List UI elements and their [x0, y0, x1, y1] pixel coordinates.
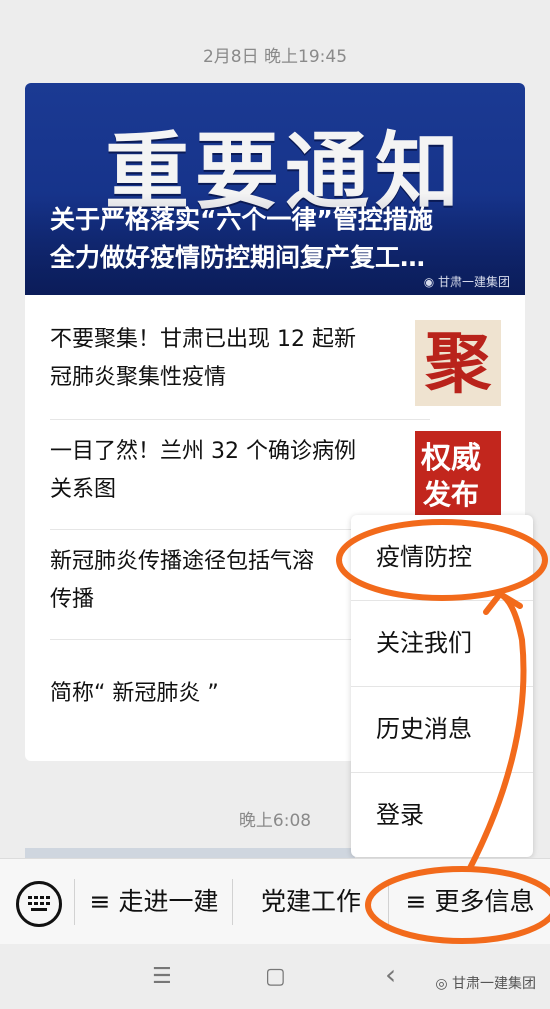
- watermark: ◎ 甘肃一建集团: [435, 976, 536, 992]
- menu-item-login[interactable]: 登录: [351, 773, 533, 858]
- thumb-text: 权威: [421, 441, 481, 476]
- system-nav-bar: ☰ ▢ ‹ ◎ 甘肃一建集团: [0, 944, 550, 1009]
- wechat-icon: ◉: [423, 275, 438, 289]
- list-item-title: 新冠肺炎传播途径包括气溶 传播: [50, 549, 315, 612]
- tab-about[interactable]: ≡ 走进一建: [76, 859, 232, 945]
- banner-title: 关于严格落实“六个一律”管控措施 全力做好疫情防控期间复产复工…: [50, 205, 433, 272]
- divider: [232, 879, 233, 925]
- list-item-title: 简称“ 新冠肺炎 ”: [50, 681, 219, 706]
- tab-more-info[interactable]: ≡ 更多信息: [390, 859, 550, 945]
- divider: [74, 879, 75, 925]
- tab-party-work[interactable]: 党建工作: [234, 859, 388, 945]
- wechat-icon: ◎: [435, 976, 452, 992]
- article-banner[interactable]: 重要通知 关于严格落实“六个一律”管控措施 全力做好疫情防控期间复产复工… ◉ …: [25, 83, 525, 295]
- thumb-text: 聚: [425, 324, 491, 402]
- recent-apps-icon[interactable]: ☰: [152, 964, 172, 989]
- banner-source: ◉ 甘肃一建集团: [423, 275, 510, 289]
- article-thumbnail: 权威 发布: [415, 431, 501, 517]
- menu-item-epidemic-control[interactable]: 疫情防控: [351, 515, 533, 600]
- thumb-text: 发布: [423, 478, 480, 511]
- menu-item-follow-us[interactable]: 关注我们: [351, 601, 533, 686]
- keyboard-icon[interactable]: [16, 881, 62, 927]
- popup-menu: 疫情防控 关注我们 历史消息 登录: [351, 515, 533, 857]
- list-item-title: 一目了然！兰州 32 个确诊病例 关系图: [50, 439, 356, 502]
- article-thumbnail: 聚: [415, 320, 501, 406]
- next-message-preview: [25, 848, 355, 858]
- list-item-title: 不要聚集！甘肃已出现 12 起新 冠肺炎聚集性疫情: [50, 327, 356, 390]
- timestamp: 2月8日 晚上19:45: [202, 47, 348, 67]
- divider: [50, 419, 430, 420]
- back-icon[interactable]: ‹: [385, 958, 396, 991]
- bottom-menu-bar: ≡ 走进一建 党建工作 ≡ 更多信息: [0, 858, 550, 945]
- divider: [388, 879, 389, 925]
- keyboard-glyph: [28, 896, 50, 911]
- list-item[interactable]: 不要聚集！甘肃已出现 12 起新 冠肺炎聚集性疫情 聚: [50, 320, 501, 421]
- home-icon[interactable]: ▢: [265, 964, 286, 989]
- menu-item-history[interactable]: 历史消息: [351, 687, 533, 772]
